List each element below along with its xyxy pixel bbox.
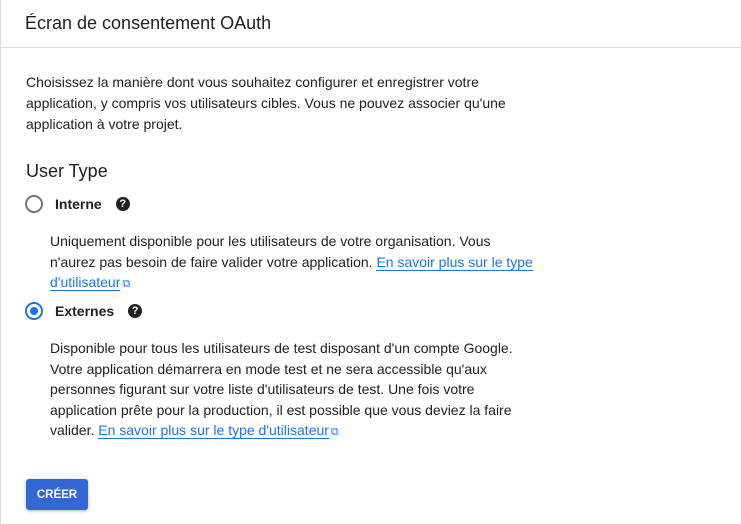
page-header: Écran de consentement OAuth (1, 0, 741, 48)
option-description: Disponible pour tous les utilisateurs de… (50, 338, 535, 443)
external-link-icon: ⧉ (122, 278, 131, 290)
option-interne[interactable]: Interne ? (25, 195, 130, 213)
page-title: Écran de consentement OAuth (25, 13, 272, 33)
help-circle-icon[interactable]: ? (128, 304, 143, 318)
option-description: Uniquement disponible pour les utilisate… (50, 231, 535, 295)
learn-more-link[interactable]: En savoir plus sur le type d'utilisateur (98, 422, 329, 439)
create-button[interactable]: CRÉER (26, 479, 88, 510)
option-externes[interactable]: Externes ? (25, 302, 143, 320)
option-label: Interne (55, 196, 102, 212)
help-circle-icon[interactable]: ? (115, 197, 130, 211)
radio-externes[interactable] (25, 302, 43, 320)
radio-interne[interactable] (25, 195, 43, 213)
user-type-heading: User Type (26, 161, 108, 181)
intro-text: Choisissez la manière dont vous souhaite… (26, 74, 506, 132)
external-link-icon: ⧉ (330, 426, 339, 438)
option-label: Externes (55, 303, 115, 319)
